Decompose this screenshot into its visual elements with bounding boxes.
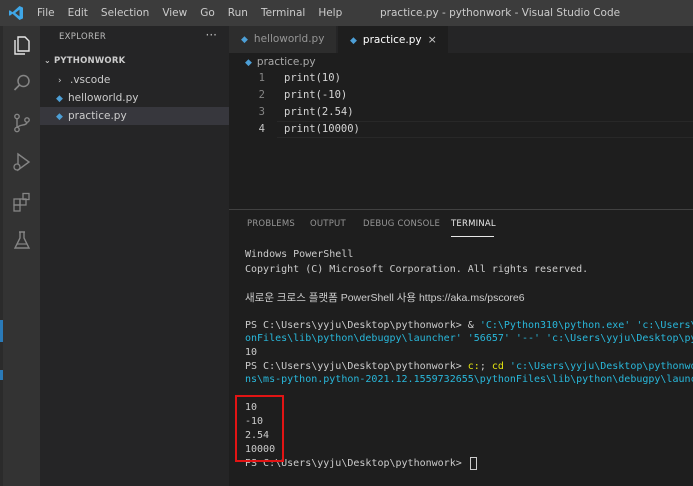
terminal-prompt: PS C:\Users\yyju\Desktop\pythonwork> [245,320,468,331]
activity-bar [3,26,40,486]
line-text: print(10) [284,72,341,84]
terminal-token: cd [491,361,510,372]
menu-run[interactable]: Run [228,0,248,26]
chevron-down-icon: ⌄ [44,56,51,65]
tree-item-vscode[interactable]: › .vscode [40,71,229,89]
more-actions-icon[interactable]: ··· [206,28,217,42]
run-debug-icon[interactable] [11,151,33,173]
tree-item-label: .vscode [70,74,111,86]
tab-label: practice.py [362,34,422,46]
terminal-token: ; [479,361,492,372]
editor-tabs: ◆ helloworld.py ◆ practice.py × [229,26,693,53]
tree-item-label: helloworld.py [68,92,139,104]
source-control-icon[interactable] [11,112,33,134]
explorer-sidebar: EXPLORER ··· ⌄ PYTHONWORK › .vscode ◆ hello… [40,26,229,486]
terminal-line: 새로운 크로스 플랫폼 PowerShell 사용 https://aka.ms… [245,292,525,304]
tab-label: helloworld.py [253,33,325,45]
terminal-token: ns\ms-python.python-2021.12.1559732655\p… [245,374,693,385]
extensions-icon[interactable] [11,191,33,213]
tab-practice[interactable]: ◆ practice.py × [338,26,448,53]
menu-go[interactable]: Go [200,0,215,26]
search-icon[interactable] [11,72,33,94]
terminal-token: onFiles\lib\python\debugpy\launcher' '56… [245,333,547,344]
highlight-box [235,395,284,462]
breadcrumb-label: practice.py [256,56,316,68]
line-text: print(-10) [284,89,348,101]
menu-help[interactable]: Help [318,0,342,26]
terminal-token: 'c:\Users\yyju\Desktop\pythonwork [509,361,693,372]
menu-selection[interactable]: Selection [101,0,149,26]
vscode-logo-icon [8,5,24,21]
line-text: print(2.54) [284,106,354,118]
code-line: 3 print(2.54) [229,104,693,121]
tree-item-practice[interactable]: ◆ practice.py [40,107,229,125]
menu-edit[interactable]: Edit [68,0,88,26]
active-tab-underline [451,236,494,237]
terminal-token: 'C:\Python310\python.exe' 'c:\Users\yyju [479,320,693,331]
python-file-icon: ◆ [241,35,248,45]
tab-debug-console[interactable]: DEBUG CONSOLE [363,219,440,229]
terminal-cursor [469,456,477,470]
menu-bar: File Edit Selection View Go Run Terminal… [37,0,355,26]
python-file-icon: ◆ [350,36,357,46]
menu-file[interactable]: File [37,0,55,26]
chevron-right-icon: › [58,76,62,86]
python-file-icon: ◆ [56,94,63,104]
terminal-line: Copyright (C) Microsoft Corporation. All… [245,264,589,275]
workspace-folder-label: PYTHONWORK [54,56,126,66]
line-number: 3 [258,106,265,118]
terminal-line: Windows PowerShell [245,249,354,260]
code-line-current: 4 print(10000) [229,121,693,138]
line-number: 1 [258,72,265,84]
python-file-icon: ◆ [56,112,63,122]
tree-item-helloworld[interactable]: ◆ helloworld.py [40,89,229,107]
line-number: 4 [258,123,265,135]
code-line: 1 print(10) [229,70,693,87]
tab-helloworld[interactable]: ◆ helloworld.py [229,26,336,53]
terminal-token: 'c:\Users\yyju\Desktop\python [546,333,693,344]
terminal-prompt: PS C:\Users\yyju\Desktop\pythonwork> [245,361,468,372]
terminal-token: & [467,320,480,331]
terminal-token: c: [467,361,480,372]
line-number: 2 [258,89,265,101]
terminal-command-line: onFiles\lib\python\debugpy\launcher' '56… [245,331,693,347]
menu-terminal[interactable]: Terminal [261,0,305,26]
tab-output[interactable]: OUTPUT [310,219,346,229]
title-bar: File Edit Selection View Go Run Terminal… [0,0,693,26]
explorer-icon[interactable] [11,34,33,56]
code-line: 2 print(-10) [229,87,693,104]
tab-problems[interactable]: PROBLEMS [247,219,295,229]
menu-view[interactable]: View [162,0,187,26]
terminal-command-line: ns\ms-python.python-2021.12.1559732655\p… [245,372,693,388]
tab-terminal[interactable]: TERMINAL [451,219,496,229]
tree-item-label: practice.py [68,110,127,122]
window-title: practice.py - pythonwork - Visual Studio… [380,7,621,19]
workspace-folder[interactable]: ⌄ PYTHONWORK [44,56,125,66]
python-file-icon: ◆ [245,58,252,68]
explorer-header: EXPLORER [59,32,107,42]
breadcrumb[interactable]: ◆ practice.py [245,56,316,68]
close-icon[interactable]: × [428,33,437,46]
testing-icon[interactable] [11,229,33,251]
line-text: print(10000) [284,123,360,135]
